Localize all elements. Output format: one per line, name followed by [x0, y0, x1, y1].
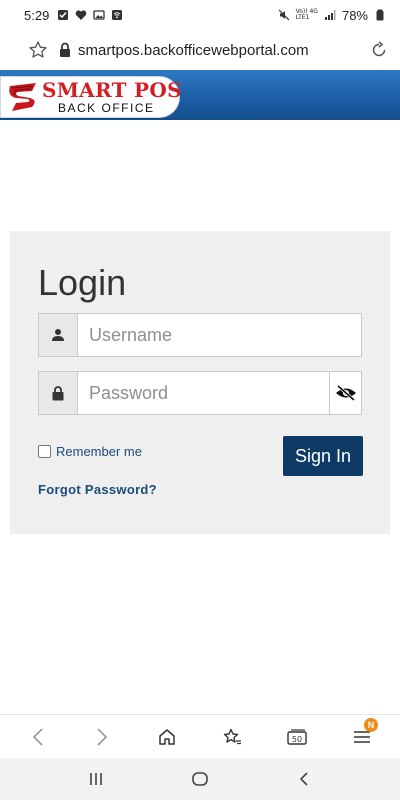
lock-icon [60, 42, 70, 57]
forgot-password-link[interactable]: Forgot Password? [38, 482, 157, 497]
system-indicators: Vo)) 4G LTE1 78% [278, 8, 386, 23]
smart-pos-logo-icon [9, 83, 36, 111]
remember-me-label: Remember me [56, 444, 142, 459]
username-field-group [38, 313, 362, 357]
eye-slash-icon[interactable] [329, 372, 361, 414]
network-bottom-label: LTE1 [295, 14, 310, 21]
recent-apps-icon[interactable] [84, 768, 108, 790]
menu-badge: N [364, 718, 378, 732]
tab-count: 50 [292, 735, 302, 744]
url-text[interactable]: smartpos.backofficewebportal.com [78, 42, 309, 59]
login-title: Login [38, 262, 127, 303]
lock-icon [39, 372, 78, 414]
tabs-icon[interactable]: 50 [285, 725, 309, 749]
back-icon[interactable] [26, 725, 50, 749]
battery-percent: 78% [341, 7, 368, 23]
browser-url-bar: smartpos.backofficewebportal.com [0, 30, 400, 70]
wifi-notification-icon [112, 10, 123, 20]
browser-bottom-toolbar: 50 [0, 714, 400, 758]
reload-icon[interactable] [370, 41, 388, 59]
status-bar: 5:29 Vo)) 4G LTE1 78% [0, 0, 400, 30]
username-input[interactable] [78, 314, 361, 356]
remember-me-checkbox[interactable]: Remember me [38, 444, 142, 459]
sign-in-button[interactable]: Sign In [283, 436, 363, 476]
bookmarks-icon[interactable] [220, 725, 244, 749]
password-field-group [38, 371, 362, 415]
bookmark-star-icon[interactable] [28, 40, 48, 60]
signal-icon [324, 10, 336, 20]
remember-me-box[interactable] [38, 445, 51, 458]
heart-notification-icon [76, 10, 87, 20]
system-nav-bar [0, 758, 400, 800]
checkbox-notification-icon [58, 10, 69, 20]
forward-icon[interactable] [90, 725, 114, 749]
system-back-icon[interactable] [292, 768, 316, 790]
image-notification-icon [93, 10, 105, 20]
network-type: Vo)) 4G LTE1 [296, 9, 318, 21]
user-icon [39, 314, 78, 356]
mute-icon [278, 9, 290, 21]
battery-icon [376, 9, 384, 21]
password-input[interactable] [78, 372, 329, 414]
status-time: 5:29 [24, 7, 50, 23]
home-icon[interactable] [155, 725, 179, 749]
logo-subtitle: BACK OFFICE [58, 101, 155, 115]
home-button-icon[interactable] [188, 768, 212, 790]
logo-title: SMART POS [42, 78, 182, 102]
notification-icons [57, 9, 123, 21]
